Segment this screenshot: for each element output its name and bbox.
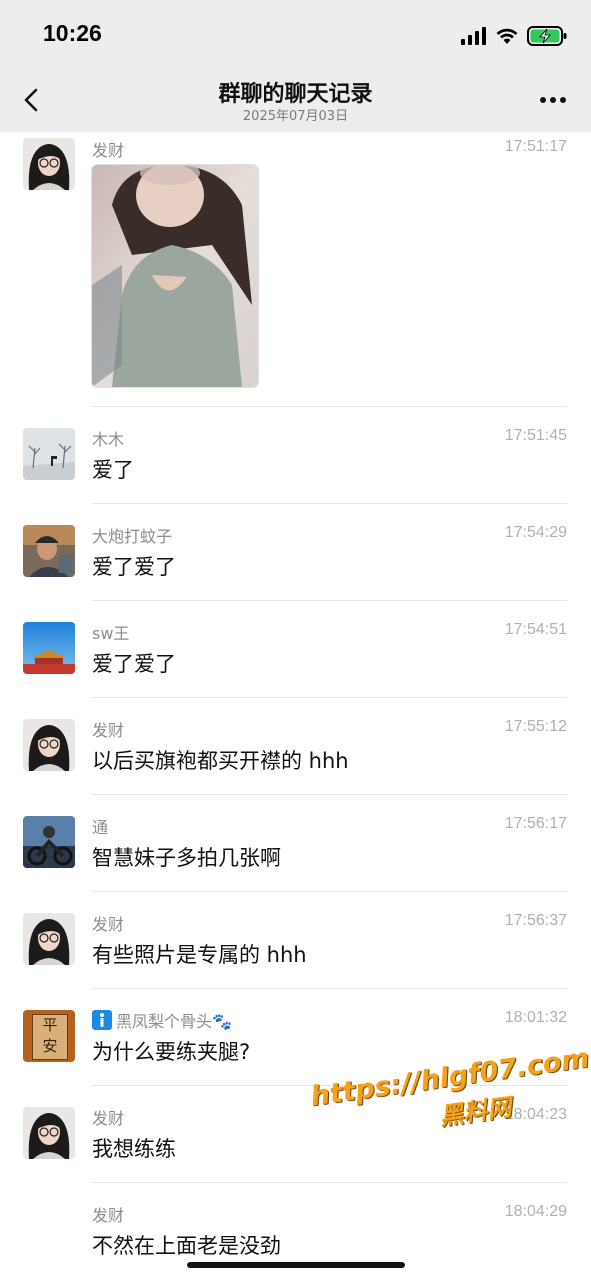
avatar[interactable] (23, 816, 75, 868)
sender-name-row: 黑凤梨个骨头🐾 (92, 1008, 232, 1032)
list-item: 发财 17:56:37 有些照片是专属的 hhh (0, 892, 591, 989)
list-item: 木木 17:51:45 爱了 (0, 407, 591, 504)
list-item: sw王 17:54:51 爱了爱了 (0, 601, 591, 698)
message-text: 我想练练 (92, 1137, 176, 1161)
message-time: 17:54:51 (504, 621, 567, 638)
message-text: 有些照片是专属的 hhh (92, 943, 307, 967)
avatar[interactable] (23, 913, 75, 965)
message-time: 17:55:12 (504, 718, 567, 735)
avatar[interactable]: 平 安 (23, 1010, 75, 1062)
status-time: 10:26 (43, 20, 102, 46)
signal-icon (461, 27, 486, 45)
more-button[interactable] (533, 84, 573, 116)
sender-name: 发财 (92, 141, 125, 160)
sender-name: sw王 (92, 624, 130, 643)
nav-bar: 群聊的聊天记录 2025年07月03日 (0, 70, 591, 132)
sender-name: 发财 (92, 721, 125, 740)
message-time: 18:04:29 (504, 1203, 567, 1220)
avatar[interactable] (23, 1107, 75, 1159)
avatar[interactable] (23, 525, 75, 577)
more-dots-icon (540, 97, 566, 103)
list-item: 通 17:56:17 智慧妹子多拍几张啊 (0, 795, 591, 892)
status-bar: 10:26 (0, 0, 591, 70)
avatar[interactable] (23, 138, 75, 190)
message-text: 以后买旗袍都买开襟的 hhh (92, 749, 349, 773)
home-indicator[interactable] (187, 1262, 405, 1268)
message-time: 17:51:45 (504, 427, 567, 444)
sender-name: 黑凤梨个骨头🐾 (116, 1012, 232, 1031)
list-item: 发财 17:51:17 (0, 132, 591, 407)
message-time: 17:56:17 (504, 815, 567, 832)
avatar[interactable] (23, 622, 75, 674)
sender-name: 发财 (92, 915, 125, 934)
page-date: 2025年07月03日 (242, 109, 349, 124)
avatar[interactable] (23, 428, 75, 480)
message-time: 17:54:29 (504, 524, 567, 541)
message-text: 爱了爱了 (92, 652, 176, 676)
sender-name: 通 (92, 818, 109, 837)
wifi-icon (496, 28, 518, 44)
list-item: 大炮打蚊子 17:54:29 爱了爱了 (0, 504, 591, 601)
message-text: 爱了 (92, 458, 134, 482)
sender-name: 大炮打蚊子 (92, 527, 173, 546)
person-badge-icon (92, 1010, 112, 1030)
status-icons (461, 24, 567, 48)
message-text: 爱了爱了 (92, 555, 176, 579)
message-text: 不然在上面老是没劲 (92, 1234, 281, 1258)
avatar-text-2: 安 (42, 1037, 58, 1055)
page-title: 群聊的聊天记录 (218, 82, 373, 107)
avatar-text-1: 平 (42, 1016, 58, 1034)
message-text: 为什么要练夹腿? (92, 1040, 251, 1064)
message-time: 17:56:37 (504, 912, 567, 929)
sender-name: 发财 (92, 1206, 125, 1225)
list-item: 发财 17:55:12 以后买旗袍都买开襟的 hhh (0, 698, 591, 795)
battery-charging-icon (527, 26, 567, 46)
avatar[interactable] (23, 719, 75, 771)
message-text: 智慧妹子多拍几张啊 (92, 846, 281, 870)
message-time: 18:01:32 (504, 1009, 567, 1026)
sender-name: 发财 (92, 1109, 125, 1128)
photo-thumbnail[interactable] (91, 164, 259, 388)
message-time: 17:51:17 (504, 138, 567, 155)
sender-name: 木木 (92, 430, 125, 449)
